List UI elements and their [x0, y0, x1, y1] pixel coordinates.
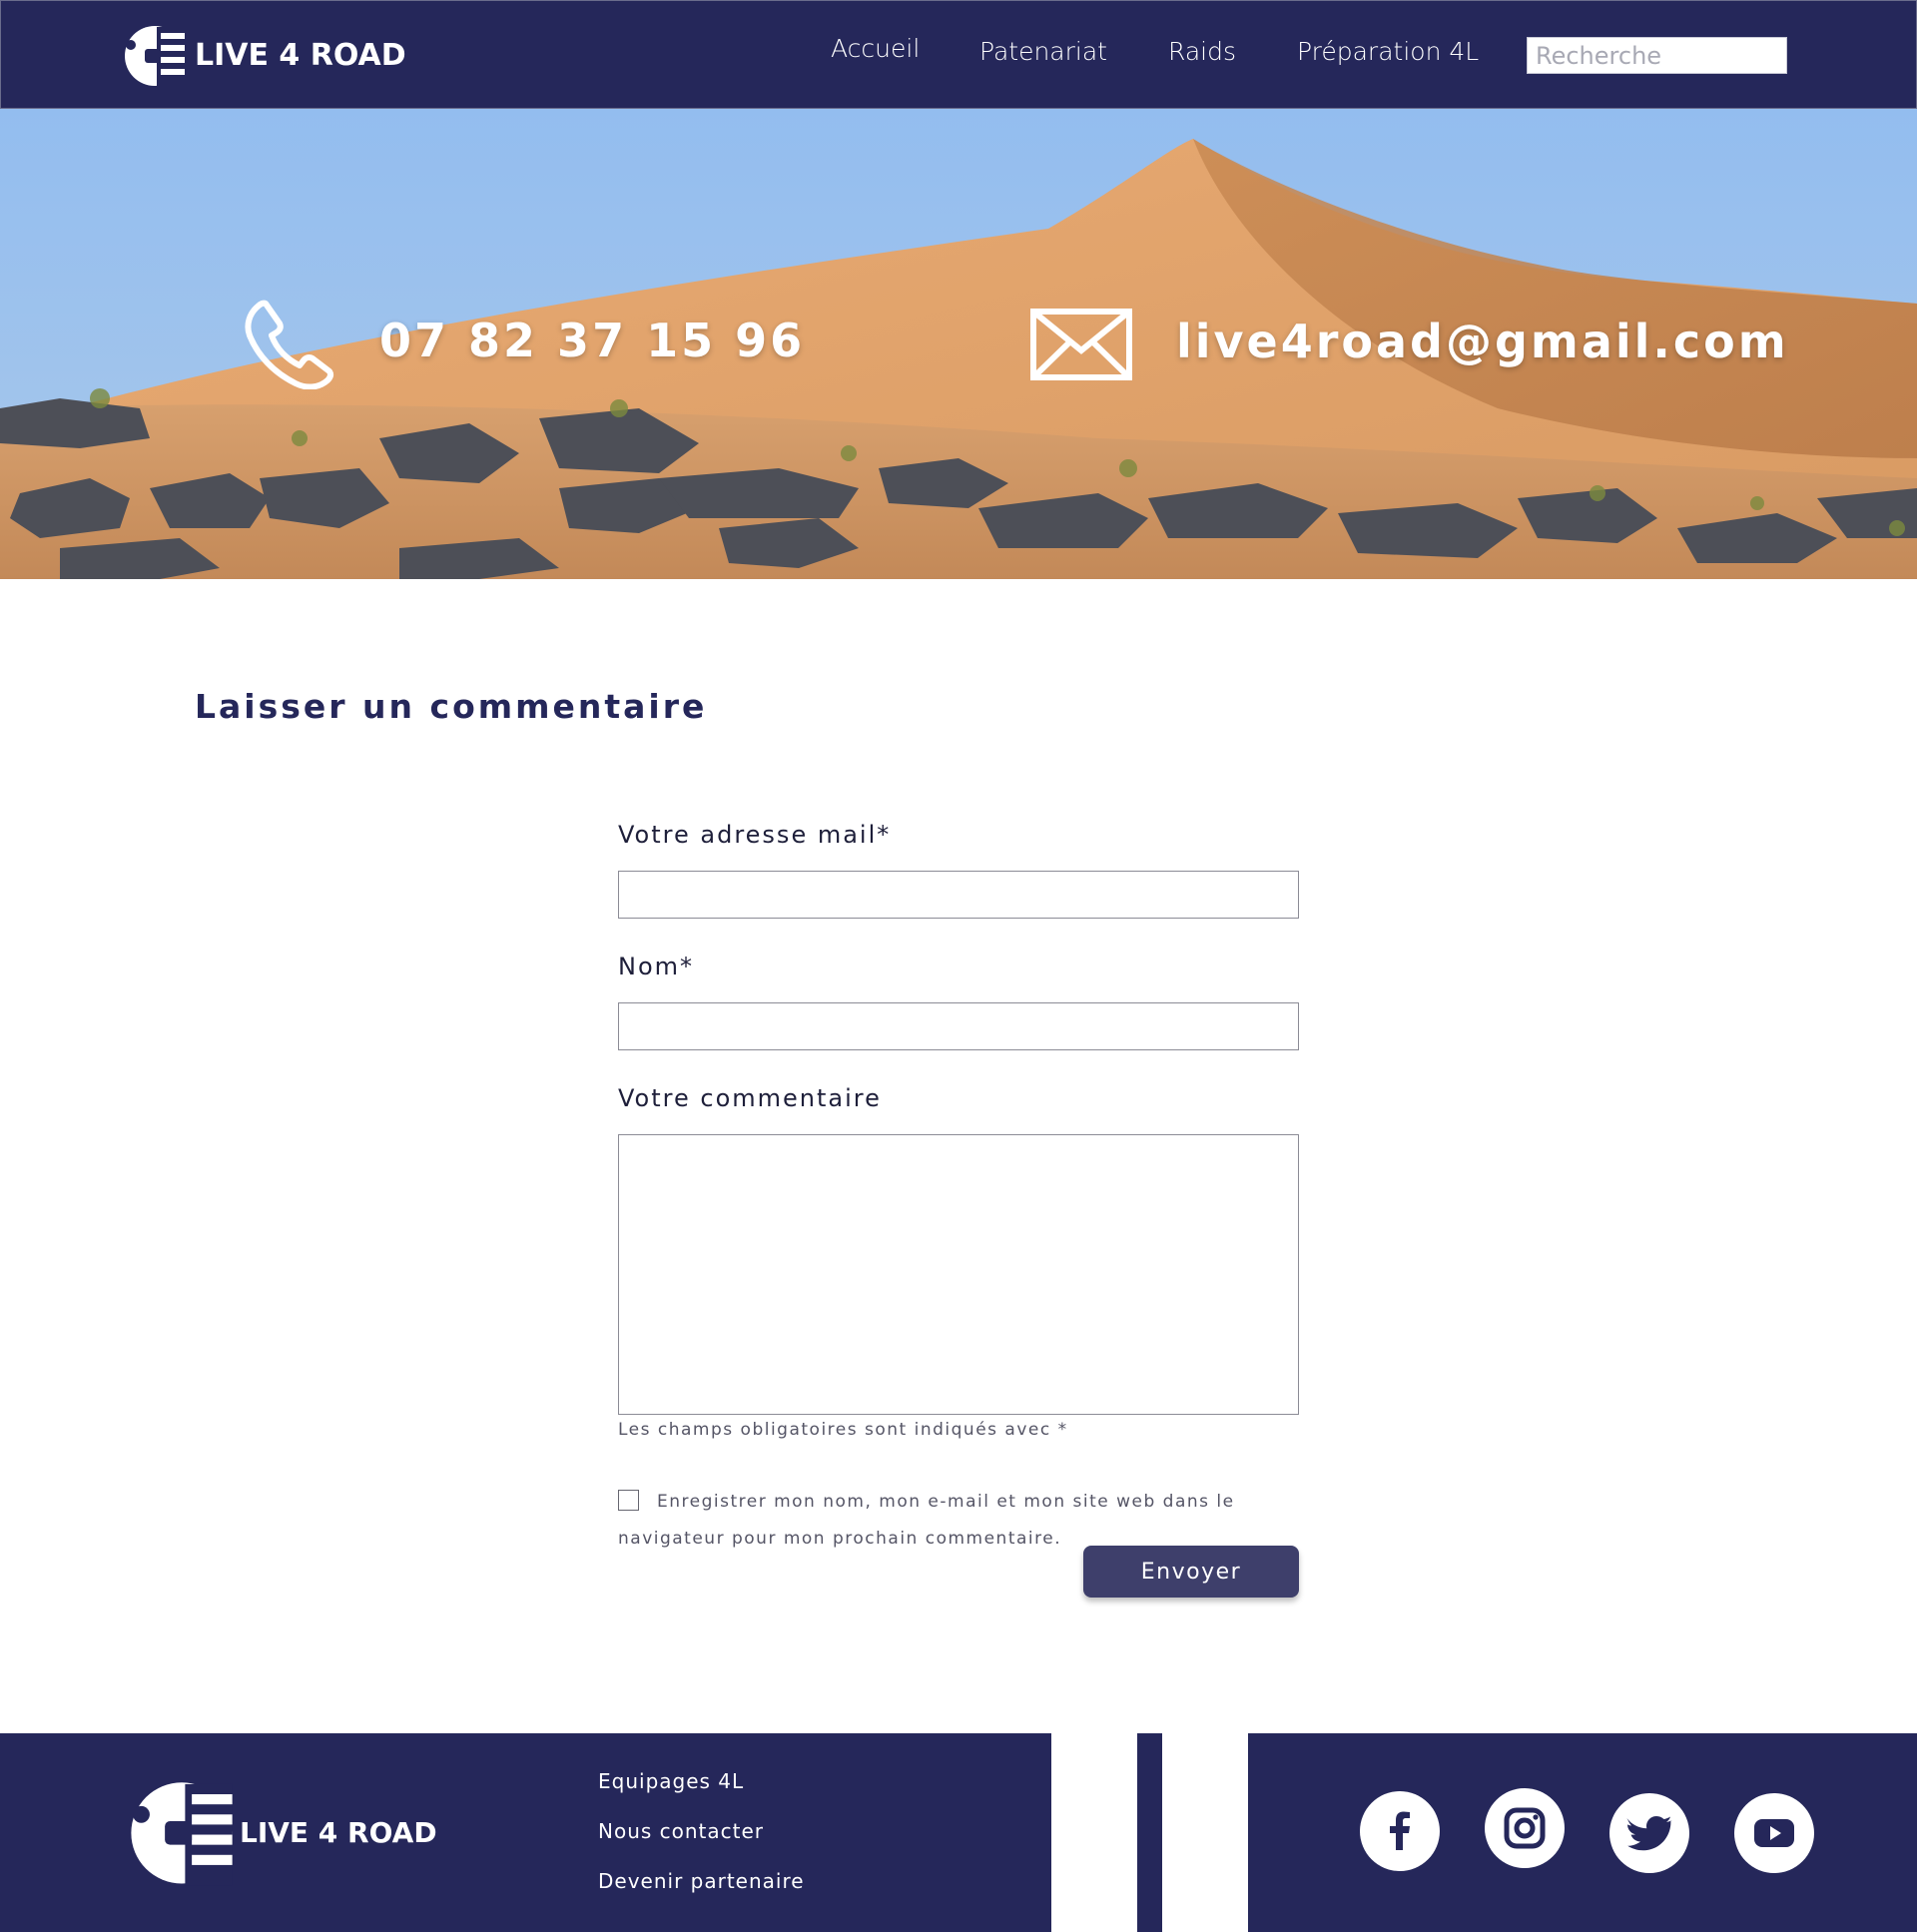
envelope-icon [1030, 309, 1132, 380]
footer-divider [1137, 1733, 1162, 1932]
nav-raids[interactable]: Raids [1168, 37, 1236, 66]
top-navigation-bar: LIVE 4 ROAD Accueil Patenariat Raids Pré… [0, 0, 1917, 109]
phone-icon [245, 300, 334, 389]
footer-logo-icon [131, 1782, 233, 1886]
name-label: Nom* [618, 953, 695, 980]
footer-brand-name: LIVE 4 ROAD [240, 1815, 437, 1849]
consent-checkbox[interactable] [618, 1490, 639, 1511]
email-field[interactable] [618, 871, 1299, 919]
nav-accueil[interactable]: Accueil [831, 34, 920, 63]
contact-email: live4road@gmail.com [1176, 315, 1789, 368]
name-field[interactable] [618, 1002, 1299, 1050]
youtube-link[interactable] [1734, 1793, 1814, 1873]
footer-link-partenaire[interactable]: Devenir partenaire [598, 1869, 805, 1893]
brand-name: LIVE 4 ROAD [195, 38, 406, 73]
comment-label: Votre commentaire [618, 1084, 882, 1112]
footer-link-equipages[interactable]: Equipages 4L [598, 1769, 744, 1793]
comment-textarea[interactable] [618, 1134, 1299, 1415]
instagram-icon [1504, 1807, 1546, 1849]
twitter-icon [1626, 1816, 1672, 1851]
required-fields-hint: Les champs obligatoires sont indiqués av… [618, 1420, 1068, 1440]
logo-icon [125, 26, 185, 87]
footer-brand[interactable]: LIVE 4 ROAD [128, 1770, 437, 1894]
brand-logo-link[interactable]: LIVE 4 ROAD [123, 19, 406, 92]
facebook-link[interactable] [1360, 1791, 1440, 1871]
nav-patenariat[interactable]: Patenariat [979, 37, 1107, 66]
youtube-icon [1754, 1819, 1794, 1847]
email-label: Votre adresse mail* [618, 821, 892, 849]
footer-link-contact[interactable]: Nous contacter [598, 1819, 764, 1843]
search-input[interactable] [1527, 37, 1787, 74]
contact-phone: 07 82 37 15 96 [379, 314, 806, 367]
instagram-link[interactable] [1485, 1788, 1565, 1868]
twitter-link[interactable] [1609, 1793, 1689, 1873]
footer-right-panel [1248, 1733, 1917, 1932]
comment-section-title: Laisser un commentaire [195, 687, 708, 726]
facebook-icon [1390, 1811, 1410, 1850]
submit-button[interactable]: Envoyer [1083, 1546, 1299, 1598]
hero-banner: 07 82 37 15 96 live4road@gmail.com [0, 109, 1917, 579]
nav-preparation-4l[interactable]: Préparation 4L [1297, 37, 1479, 66]
